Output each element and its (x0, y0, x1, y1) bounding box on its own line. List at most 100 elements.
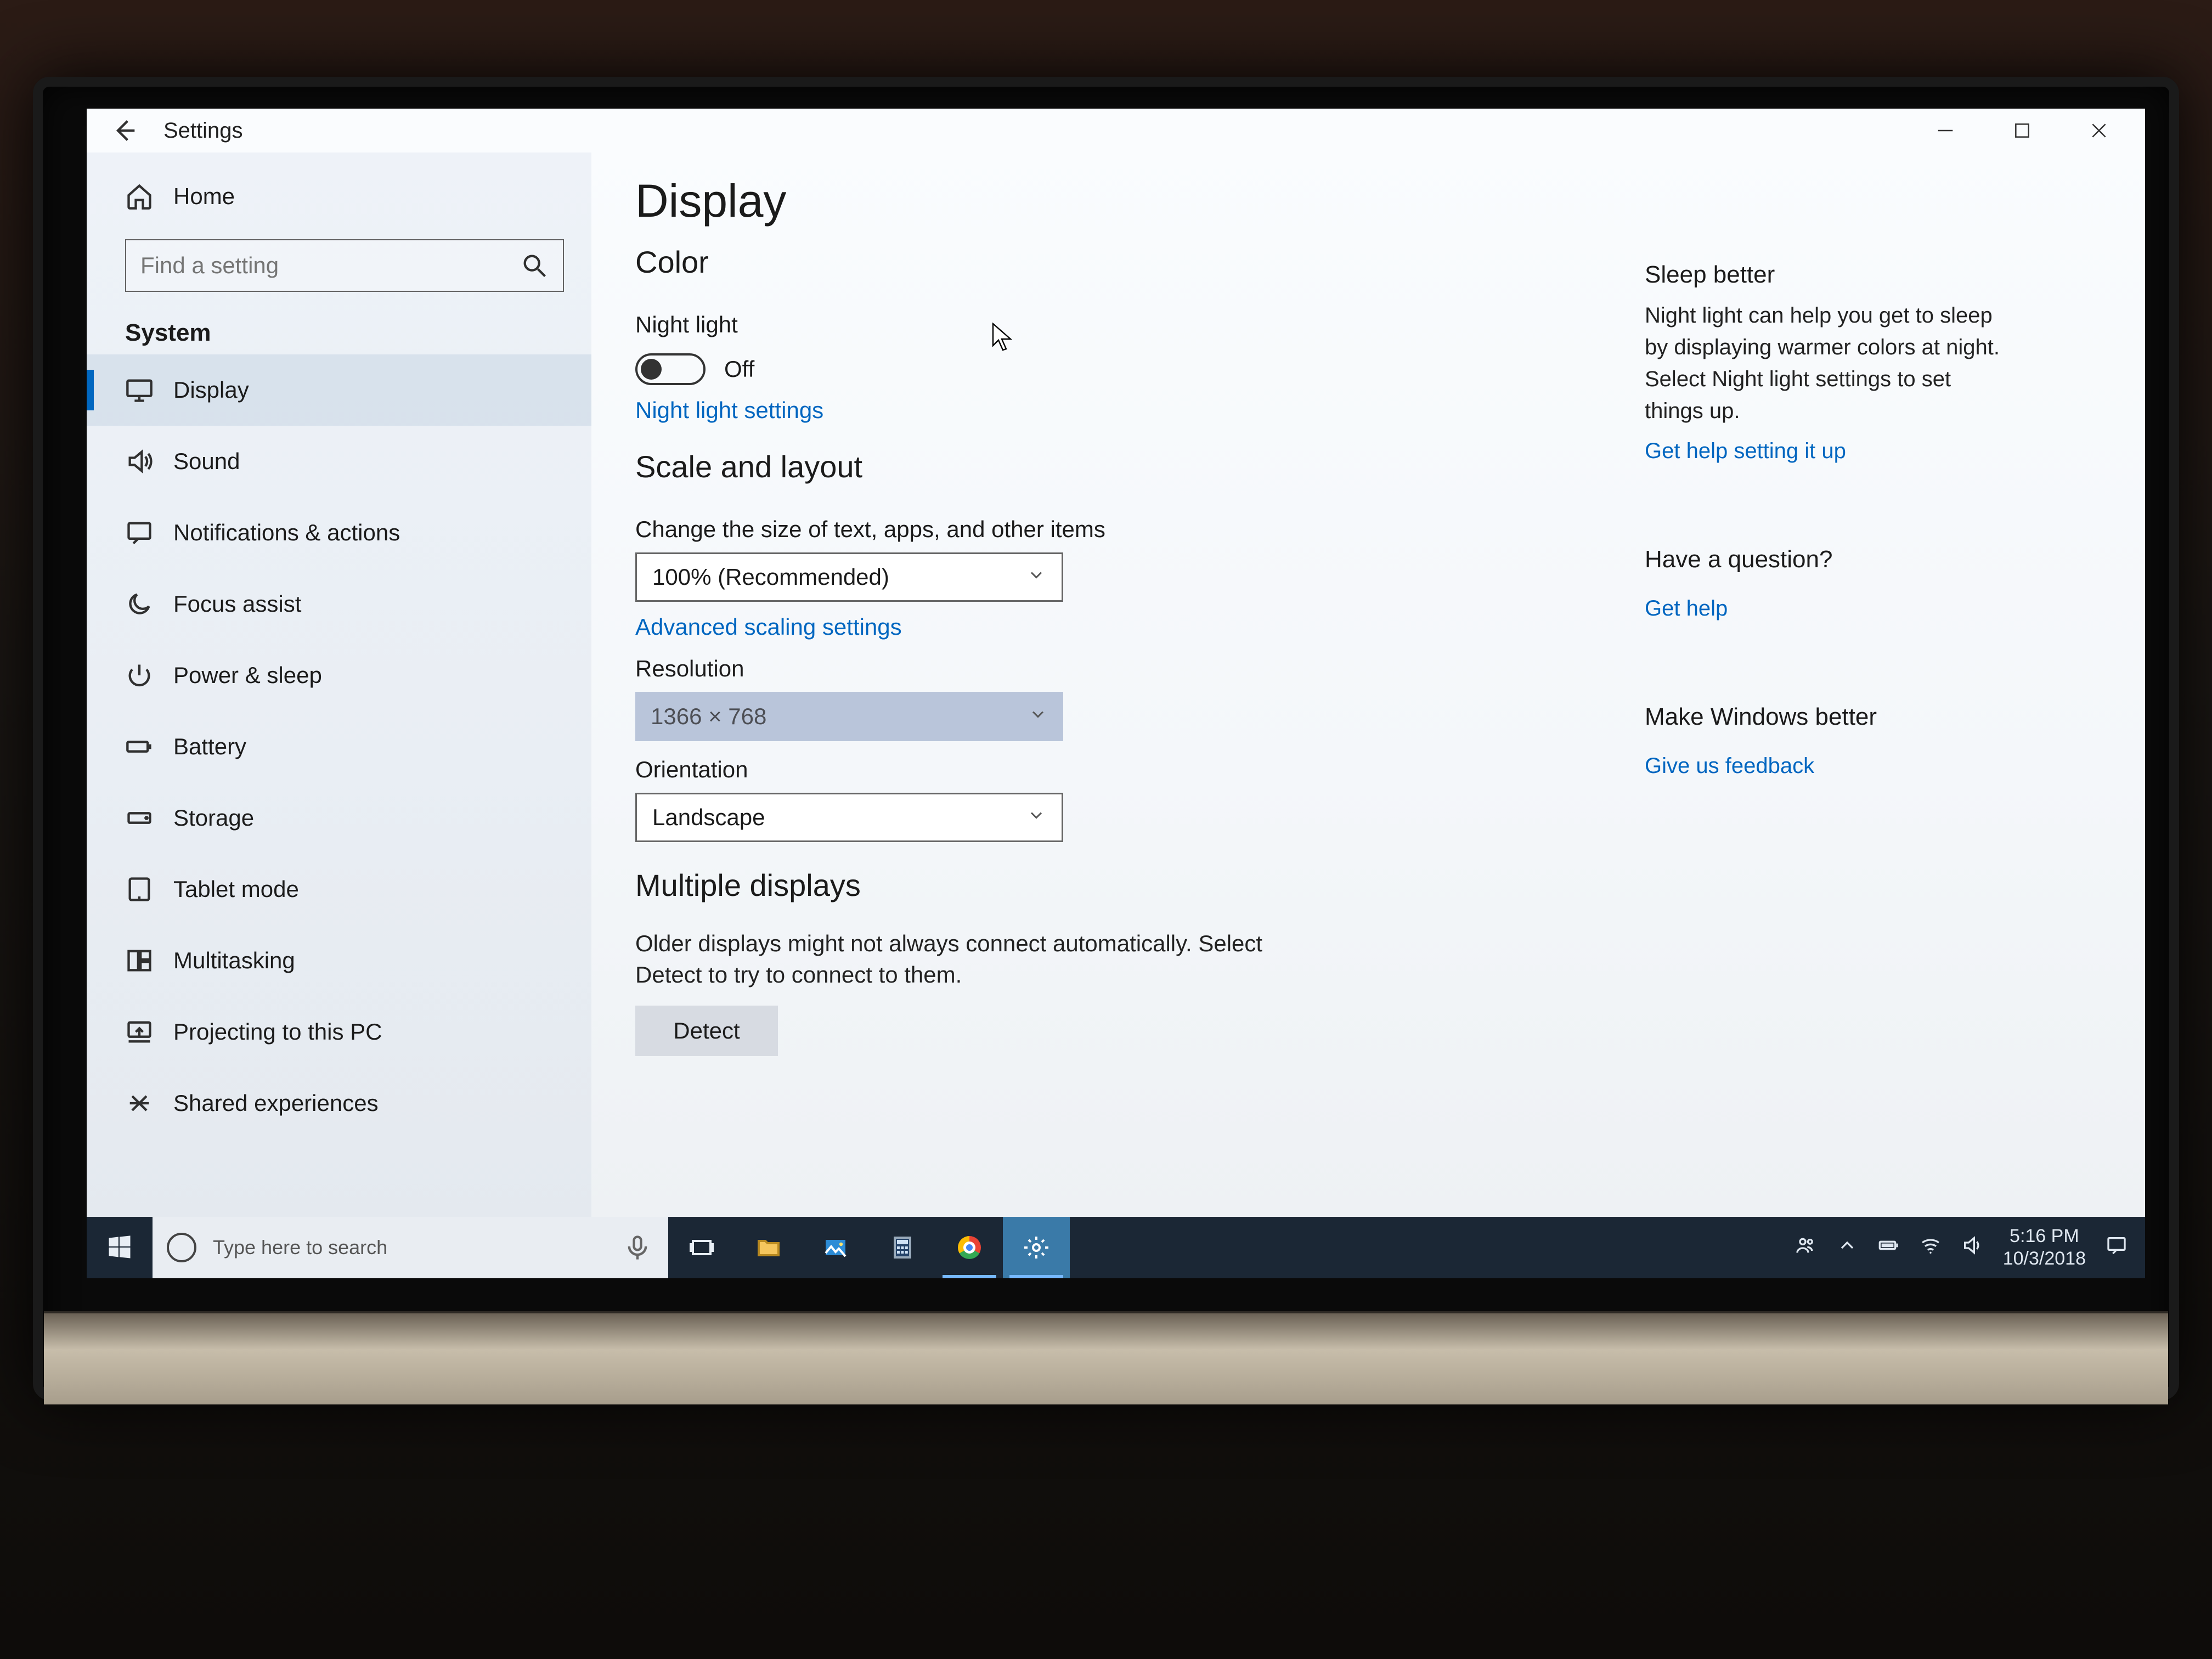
text-size-value: 100% (Recommended) (652, 564, 889, 590)
taskbar-date: 10/3/2018 (2003, 1248, 2086, 1270)
advanced-scaling-link[interactable]: Advanced scaling settings (635, 614, 1612, 640)
back-button[interactable] (109, 114, 142, 147)
drive-icon (125, 804, 154, 832)
sidebar-item-multitasking[interactable]: Multitasking (87, 925, 591, 996)
sidebar-item-tablet-mode[interactable]: Tablet mode (87, 854, 591, 925)
sidebar-home[interactable]: Home (87, 163, 591, 229)
night-light-state: Off (724, 356, 754, 382)
power-icon (125, 661, 154, 690)
resolution-dropdown[interactable]: 1366 × 768 (635, 692, 1063, 741)
sidebar-item-sound[interactable]: Sound (87, 426, 591, 497)
text-size-dropdown[interactable]: 100% (Recommended) (635, 552, 1063, 602)
tray-chevron-up-icon[interactable] (1836, 1234, 1858, 1261)
resolution-value: 1366 × 768 (651, 703, 766, 730)
taskbar-search[interactable]: Type here to search (153, 1217, 668, 1278)
project-icon (125, 1018, 154, 1046)
photos-button[interactable] (802, 1217, 869, 1278)
home-icon (125, 182, 154, 211)
sleep-better-link[interactable]: Get help setting it up (1645, 439, 2101, 464)
sidebar-item-label: Power & sleep (173, 662, 322, 689)
action-center-icon[interactable] (2106, 1234, 2128, 1261)
detect-button-label: Detect (673, 1018, 740, 1044)
laptop-hinge (44, 1311, 2168, 1404)
system-tray: 5:16 PM 10/3/2018 (1795, 1225, 2145, 1270)
sleep-better-body: Night light can help you get to sleep by… (1645, 300, 2012, 427)
section-multiple-displays: Multiple displays (635, 867, 1612, 903)
sidebar-item-label: Projecting to this PC (173, 1019, 382, 1045)
sidebar-item-power-sleep[interactable]: Power & sleep (87, 640, 591, 711)
section-color: Color (635, 244, 1612, 280)
message-icon (125, 518, 154, 547)
sidebar-item-display[interactable]: Display (87, 354, 591, 426)
settings-window: Settings (87, 109, 2145, 1217)
night-light-toggle[interactable] (635, 353, 706, 385)
volume-icon[interactable] (1961, 1234, 1983, 1261)
text-size-label: Change the size of text, apps, and other… (635, 516, 1612, 543)
sidebar-item-label: Display (173, 377, 249, 403)
file-explorer-button[interactable] (735, 1217, 802, 1278)
taskbar-search-placeholder: Type here to search (213, 1236, 387, 1259)
taskbar-time: 5:16 PM (2003, 1225, 2086, 1248)
sidebar-item-label: Tablet mode (173, 876, 299, 902)
app-title: Settings (163, 119, 243, 143)
sidebar-item-label: Sound (173, 448, 240, 475)
main-pane: Display Color Night light Off Night ligh… (591, 153, 2145, 1217)
orientation-dropdown[interactable]: Landscape (635, 793, 1063, 842)
chrome-icon (958, 1236, 981, 1259)
battery-tray-icon[interactable] (1878, 1234, 1900, 1261)
window-controls (1908, 109, 2136, 153)
orientation-value: Landscape (652, 804, 765, 831)
people-icon[interactable] (1795, 1234, 1816, 1261)
cortana-icon (167, 1233, 196, 1262)
page-title: Display (635, 174, 1612, 228)
section-scale: Scale and layout (635, 449, 1612, 484)
sidebar-item-notifications[interactable]: Notifications & actions (87, 497, 591, 568)
arrow-left-icon (111, 116, 139, 145)
sidebar: Home System Display (87, 153, 591, 1217)
settings-taskbar-button[interactable] (1003, 1217, 1070, 1278)
taskbar: Type here to search (87, 1217, 2145, 1278)
feedback-title: Make Windows better (1645, 703, 2101, 731)
orientation-label: Orientation (635, 757, 1612, 783)
maximize-button[interactable] (1985, 109, 2059, 153)
question-title: Have a question? (1645, 546, 2101, 573)
speaker-icon (125, 447, 154, 476)
toggle-knob (641, 359, 662, 380)
wifi-icon[interactable] (1920, 1234, 1942, 1261)
sidebar-item-focus-assist[interactable]: Focus assist (87, 568, 591, 640)
sidebar-item-battery[interactable]: Battery (87, 711, 591, 782)
get-help-link[interactable]: Get help (1645, 596, 2101, 621)
multiple-displays-desc: Older displays might not always connect … (635, 928, 1266, 990)
start-button[interactable] (87, 1217, 153, 1278)
detect-button[interactable]: Detect (635, 1006, 778, 1056)
task-view-button[interactable] (668, 1217, 735, 1278)
sidebar-item-shared-experiences[interactable]: Shared experiences (87, 1068, 591, 1139)
multitask-icon (125, 946, 154, 975)
sidebar-item-label: Multitasking (173, 947, 295, 974)
close-button[interactable] (2062, 109, 2136, 153)
sidebar-item-label: Shared experiences (173, 1090, 379, 1116)
minimize-button[interactable] (1908, 109, 1983, 153)
sidebar-item-projecting[interactable]: Projecting to this PC (87, 996, 591, 1068)
feedback-link[interactable]: Give us feedback (1645, 754, 2101, 778)
taskbar-clock[interactable]: 5:16 PM 10/3/2018 (2003, 1225, 2086, 1270)
sidebar-search-input[interactable] (140, 252, 510, 279)
sidebar-item-label: Notifications & actions (173, 520, 400, 546)
sidebar-item-label: Storage (173, 805, 254, 831)
calculator-button[interactable] (869, 1217, 936, 1278)
mouse-cursor (992, 323, 1014, 351)
sidebar-item-label: Battery (173, 733, 246, 760)
sidebar-category: System (87, 302, 591, 354)
chrome-button[interactable] (936, 1217, 1003, 1278)
chevron-down-icon (1026, 564, 1046, 590)
windows-icon (105, 1233, 134, 1262)
sidebar-search[interactable] (125, 239, 564, 292)
resolution-label: Resolution (635, 656, 1612, 682)
tablet-icon (125, 875, 154, 904)
night-light-settings-link[interactable]: Night light settings (635, 397, 1612, 424)
titlebar: Settings (87, 109, 2145, 153)
night-light-label: Night light (635, 312, 1612, 338)
moon-icon (125, 590, 154, 618)
sidebar-item-storage[interactable]: Storage (87, 782, 591, 854)
sleep-better-title: Sleep better (1645, 261, 2101, 289)
